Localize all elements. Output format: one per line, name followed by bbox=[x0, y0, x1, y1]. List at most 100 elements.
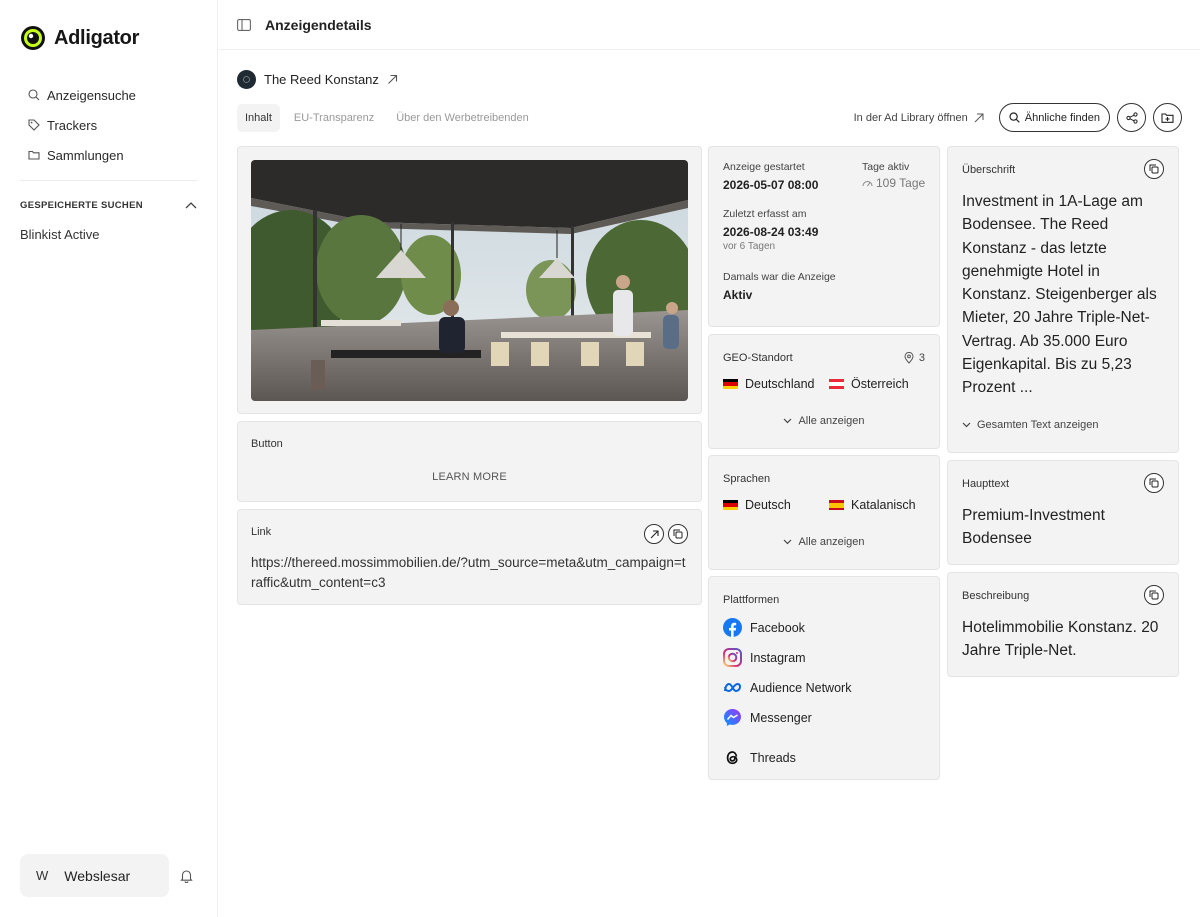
facebook-icon bbox=[723, 618, 742, 637]
tab-werbetreibender[interactable]: Über den Werbetreibenden bbox=[388, 104, 537, 132]
sidebar-item-trackers[interactable]: Trackers bbox=[20, 110, 197, 140]
geo-show-all[interactable]: Alle anzeigen bbox=[709, 415, 939, 427]
headline-card: Überschrift Investment in 1A-Lage am Bod… bbox=[947, 146, 1179, 453]
share-icon bbox=[1125, 111, 1138, 124]
bell-icon[interactable] bbox=[180, 869, 193, 883]
user-name: Webslesar bbox=[64, 867, 131, 884]
language-item-label: Katalanisch bbox=[851, 498, 916, 512]
search-icon bbox=[1009, 112, 1020, 123]
ad-creative-card bbox=[237, 146, 702, 414]
platform-item: Facebook bbox=[723, 618, 805, 637]
geo-label: GEO-Standort bbox=[723, 352, 793, 364]
avatar: W bbox=[36, 868, 49, 883]
open-ad-library-link[interactable]: In der Ad Library öffnen bbox=[854, 112, 984, 124]
show-full-text-button[interactable]: Gesamten Text anzeigen bbox=[962, 419, 1098, 431]
sidebar-item-label: Anzeigensuche bbox=[47, 87, 136, 103]
flag-germany-icon bbox=[723, 379, 738, 389]
chevron-down-icon bbox=[784, 539, 792, 545]
advertiser-header[interactable]: The Reed Konstanz bbox=[237, 70, 398, 89]
find-similar-label: Ähnliche finden bbox=[1024, 111, 1100, 124]
last-seen-label: Zuletzt erfasst am bbox=[723, 208, 807, 220]
description-card: Beschreibung Hotelimmobilie Konstanz. 20… bbox=[947, 572, 1179, 677]
brand-name: Adligator bbox=[54, 26, 140, 49]
days-value: 109 Tage bbox=[876, 176, 926, 190]
main-text-card: Haupttext Premium-Investment Bodensee bbox=[947, 460, 1179, 565]
last-seen-value: 2026-08-24 03:49 bbox=[723, 225, 819, 239]
instagram-icon bbox=[723, 648, 742, 667]
link-card-label: Link bbox=[251, 526, 272, 538]
saved-searches-header[interactable]: GESPEICHERTE SUCHEN bbox=[20, 195, 197, 215]
tab-inhalt[interactable]: Inhalt bbox=[237, 104, 280, 132]
saved-search-item[interactable]: Blinkist Active bbox=[20, 227, 197, 242]
platform-label: Audience Network bbox=[750, 680, 852, 695]
find-similar-button[interactable]: Ähnliche finden bbox=[998, 103, 1110, 132]
advertiser-name: The Reed Konstanz bbox=[264, 72, 379, 87]
copy-headline-button[interactable] bbox=[1144, 159, 1164, 179]
add-to-collection-button[interactable] bbox=[1153, 103, 1182, 132]
platform-item: Instagram bbox=[723, 648, 806, 667]
headline-label: Überschrift bbox=[962, 164, 1016, 176]
share-button[interactable] bbox=[1117, 103, 1146, 132]
tab-eu-transparenz[interactable]: EU-Transparenz bbox=[286, 104, 382, 132]
external-link-icon bbox=[974, 113, 984, 122]
search-icon bbox=[28, 89, 40, 101]
copy-icon bbox=[1149, 590, 1159, 600]
flag-germany-icon bbox=[723, 500, 738, 510]
chevron-down-icon bbox=[962, 422, 971, 428]
threads-icon bbox=[726, 751, 738, 765]
platform-label: Messenger bbox=[750, 710, 812, 725]
activity-icon bbox=[862, 181, 873, 187]
tag-icon bbox=[28, 119, 40, 131]
main-text-value: Premium-Investment Bodensee bbox=[962, 507, 1105, 548]
days-label: Tage aktiv bbox=[862, 161, 910, 173]
link-url[interactable]: https://thereed.mossimmobilien.de/?utm_s… bbox=[251, 553, 688, 593]
geo-count: 3 bbox=[904, 352, 925, 364]
copy-main-text-button[interactable] bbox=[1144, 473, 1164, 493]
logo[interactable]: Adligator bbox=[20, 24, 197, 52]
language-item: Katalanisch bbox=[829, 498, 935, 512]
sidebar-toggle-icon[interactable] bbox=[237, 18, 251, 31]
flag-spain-icon bbox=[829, 500, 844, 510]
geo-card: GEO-Standort 3 Deutschland Österreich Al… bbox=[708, 334, 940, 449]
platform-label: Instagram bbox=[750, 650, 806, 665]
user-menu[interactable]: W Webslesar bbox=[20, 854, 169, 897]
language-item-label: Deutsch bbox=[745, 498, 791, 512]
sidebar-item-anzeigensuche[interactable]: Anzeigensuche bbox=[20, 80, 197, 110]
saved-searches-title: GESPEICHERTE SUCHEN bbox=[20, 199, 143, 211]
headline-text: Investment in 1A-Lage am Bodensee. The R… bbox=[962, 193, 1157, 397]
copy-icon bbox=[1149, 164, 1159, 174]
external-link-icon[interactable] bbox=[387, 74, 398, 85]
language-item: Deutsch bbox=[723, 498, 829, 512]
button-card: Button LEARN MORE bbox=[237, 421, 702, 502]
chevron-down-icon bbox=[784, 418, 792, 424]
action-bar: In der Ad Library öffnen Ähnliche finden bbox=[854, 103, 1182, 132]
geo-item-label: Deutschland bbox=[745, 377, 815, 391]
tabs: Inhalt EU-Transparenz Über den Werbetrei… bbox=[237, 104, 537, 132]
languages-show-all[interactable]: Alle anzeigen bbox=[709, 536, 939, 548]
description-value: Hotelimmobilie Konstanz. 20 Jahre Triple… bbox=[962, 619, 1159, 660]
ad-creative-image[interactable] bbox=[251, 160, 688, 401]
open-ad-library-label: In der Ad Library öffnen bbox=[853, 111, 968, 124]
flag-austria-icon bbox=[829, 379, 844, 389]
geo-item-label: Österreich bbox=[851, 377, 909, 391]
platform-label: Threads bbox=[750, 750, 796, 765]
copy-link-button[interactable] bbox=[668, 524, 688, 544]
chevron-up-icon[interactable] bbox=[185, 201, 197, 209]
sidebar-item-sammlungen[interactable]: Sammlungen bbox=[20, 140, 197, 170]
copy-icon bbox=[1149, 478, 1159, 488]
sidebar-item-label: Sammlungen bbox=[47, 147, 124, 163]
sidebar-item-label: Trackers bbox=[47, 117, 98, 133]
platform-item: Audience Network bbox=[723, 678, 851, 697]
open-link-button[interactable] bbox=[644, 524, 664, 544]
messenger-icon bbox=[724, 709, 741, 726]
sidebar: Adligator Anzeigensuche Trackers Sammlun… bbox=[0, 0, 218, 917]
sidebar-nav: Anzeigensuche Trackers Sammlungen bbox=[20, 80, 197, 170]
languages-show-all-label: Alle anzeigen bbox=[798, 536, 865, 548]
platforms-label: Plattformen bbox=[723, 594, 780, 606]
platform-item: Threads bbox=[723, 748, 796, 767]
adligator-logo-icon bbox=[20, 25, 46, 51]
cta-button[interactable]: LEARN MORE bbox=[251, 463, 688, 491]
dates-card: Anzeige gestartet 2026-05-07 08:00 Tage … bbox=[708, 146, 940, 327]
copy-description-button[interactable] bbox=[1144, 585, 1164, 605]
status-label: Damals war die Anzeige bbox=[723, 271, 836, 283]
